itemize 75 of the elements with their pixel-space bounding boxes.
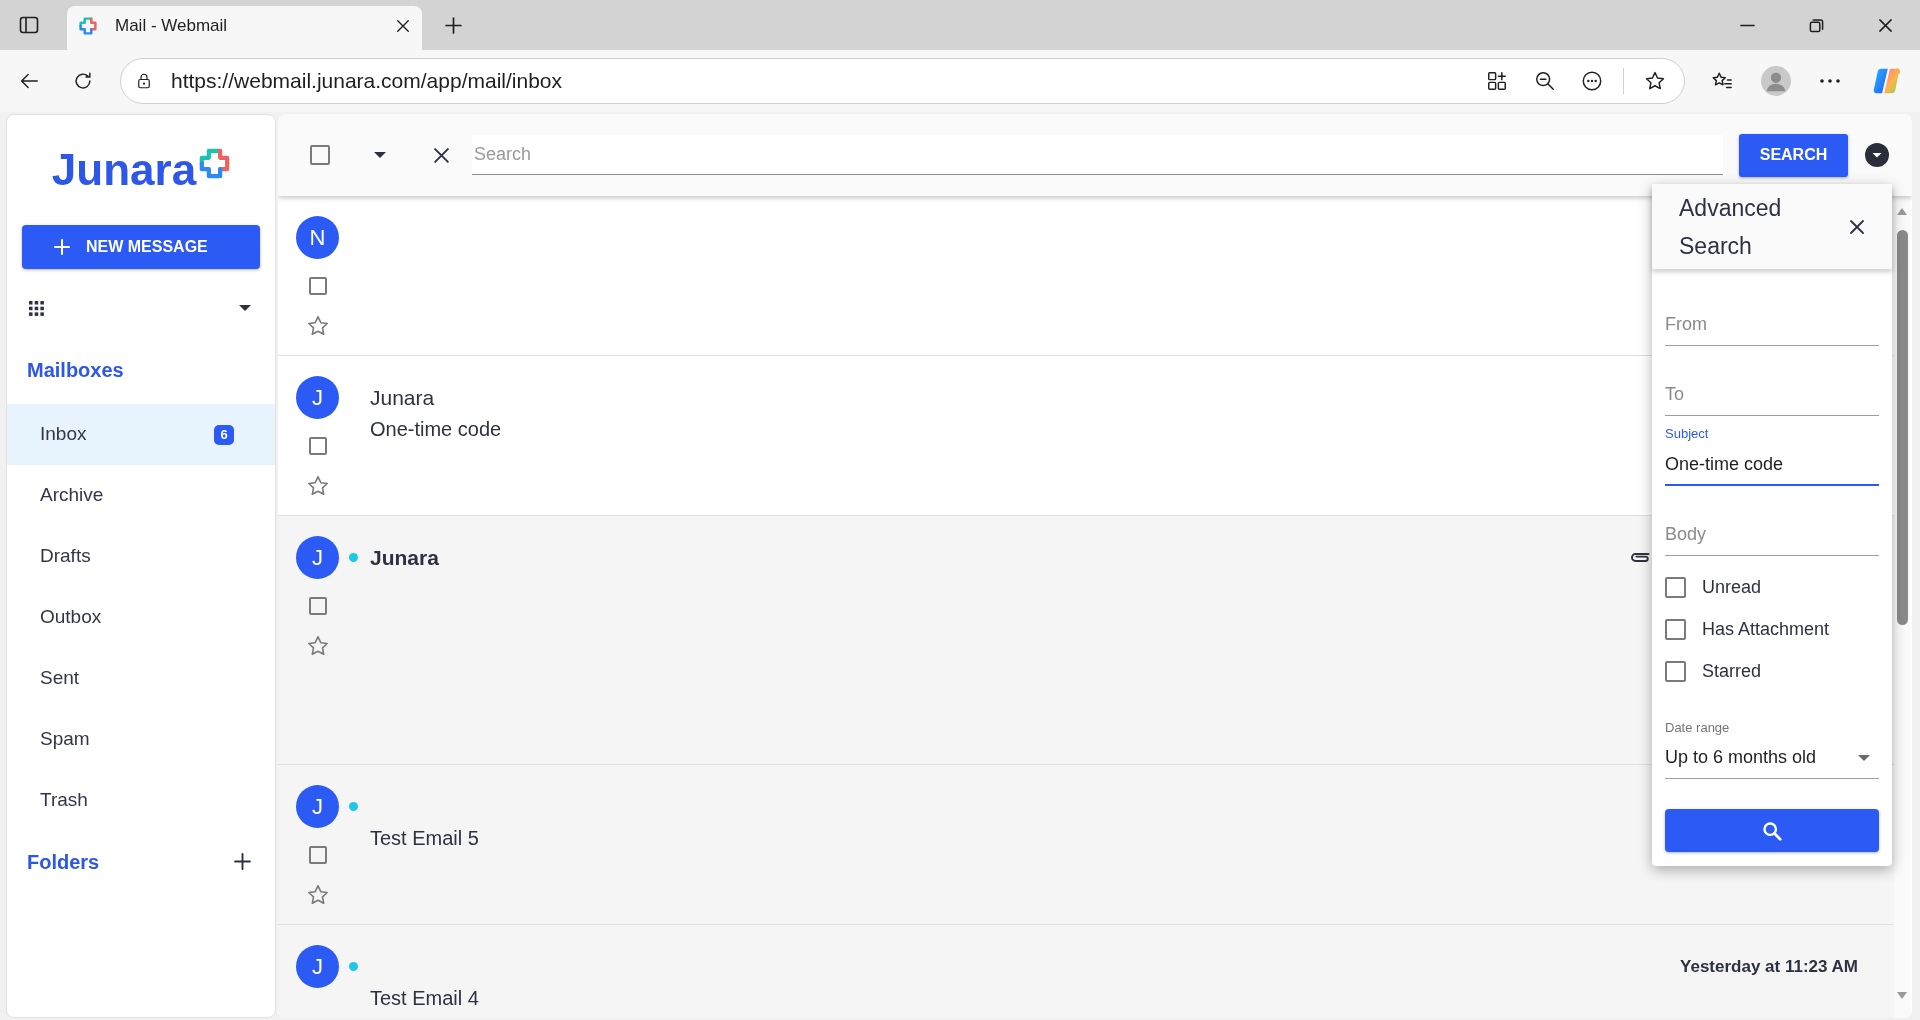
avatar: J (296, 536, 339, 579)
scrollbar-thumb[interactable] (1896, 230, 1908, 625)
logo-wordmark: Junara (51, 148, 197, 192)
star-icon[interactable] (1644, 70, 1666, 92)
checkbox-label: Starred (1702, 659, 1762, 683)
section-heading: Folders (27, 849, 100, 875)
plus-icon[interactable] (445, 16, 462, 34)
lock-icon (135, 72, 153, 90)
add-app-icon[interactable] (1486, 70, 1508, 92)
field-label: Date range (1665, 719, 1730, 738)
grid-icon[interactable] (29, 300, 44, 316)
message-subject: One-time code (370, 419, 502, 439)
sender-name: Junara (370, 544, 439, 571)
date-range-select[interactable]: Up to 6 months old (1665, 737, 1879, 779)
checkbox[interactable] (310, 145, 330, 165)
search-button[interactable]: SEARCH (1739, 133, 1848, 177)
plus-icon[interactable] (234, 853, 251, 870)
avatar: N (296, 216, 339, 259)
cross-logo-icon (79, 17, 97, 35)
star-icon[interactable] (307, 316, 328, 335)
checkbox[interactable] (308, 277, 327, 295)
close-icon[interactable] (1878, 17, 1893, 33)
checkbox-label: Unread (1702, 575, 1762, 599)
scroll-down-arrow-icon[interactable] (1897, 992, 1907, 999)
caret-icon[interactable] (239, 305, 251, 311)
more-options-icon[interactable] (1820, 78, 1840, 84)
caret-icon[interactable] (374, 152, 386, 158)
avatar: J (296, 945, 339, 988)
unread-dot-icon (349, 802, 358, 811)
sender-name: Junara (370, 384, 435, 411)
unread-count-badge: 6 (214, 424, 234, 445)
checkbox[interactable] (1665, 660, 1686, 682)
checkbox[interactable] (308, 846, 327, 864)
avatar: J (296, 376, 339, 419)
search-icon (1762, 820, 1782, 841)
more-circle-icon[interactable] (1581, 70, 1603, 92)
zoom-out-icon[interactable] (1534, 70, 1556, 92)
message-date: Yesterday at 11:23 AM (1680, 955, 1858, 978)
checkbox-label: Has Attachment (1702, 617, 1830, 641)
search-field[interactable]: Search (472, 135, 1723, 175)
restore-icon[interactable] (1809, 17, 1824, 33)
field-label: Subject (1665, 425, 1709, 444)
gradient-logo-icon[interactable] (1872, 67, 1900, 95)
new-message-button[interactable]: NEW MESSAGE (22, 225, 260, 269)
profile-avatar-icon[interactable] (1761, 66, 1791, 96)
close-icon[interactable] (396, 19, 410, 33)
cross-logo-icon (199, 147, 231, 179)
avatar: J (296, 785, 339, 828)
star-icon[interactable] (307, 636, 328, 655)
unread-dot-icon (349, 553, 358, 562)
sidebar-icon[interactable] (19, 15, 39, 35)
plus-icon (54, 239, 70, 255)
message-subject: Test Email 5 (370, 828, 479, 848)
browser-tab[interactable]: Mail - Webmail (67, 6, 422, 50)
checkbox[interactable] (1665, 618, 1686, 640)
close-icon[interactable] (433, 146, 450, 164)
caret-circle-icon[interactable] (1865, 143, 1889, 167)
reload-icon[interactable] (72, 70, 94, 92)
panel-title: Advanced Search (1679, 193, 1783, 261)
checkbox[interactable] (308, 597, 327, 615)
message-row[interactable]: J Yesterday at 11:23 AM Test Email 4 (278, 925, 1894, 1018)
url-text: https://webmail.junara.com/app/mail/inbox (171, 68, 563, 95)
checkbox[interactable] (1665, 576, 1686, 598)
mailbox-item[interactable]: Inbox 6 (7, 404, 275, 465)
checkbox[interactable] (308, 437, 327, 455)
close-icon[interactable] (1849, 218, 1865, 235)
address-bar[interactable]: https://webmail.junara.com/app/mail/inbox (120, 58, 1685, 104)
section-heading: Mailboxes (27, 358, 124, 383)
scroll-up-arrow-icon[interactable] (1897, 208, 1907, 215)
tab-title: Mail - Webmail (115, 15, 228, 38)
star-icon[interactable] (307, 476, 328, 495)
caret-icon (1858, 754, 1870, 761)
message-subject: Test Email 4 (370, 988, 479, 1008)
star-icon[interactable] (307, 885, 328, 904)
unread-dot-icon (349, 962, 358, 971)
